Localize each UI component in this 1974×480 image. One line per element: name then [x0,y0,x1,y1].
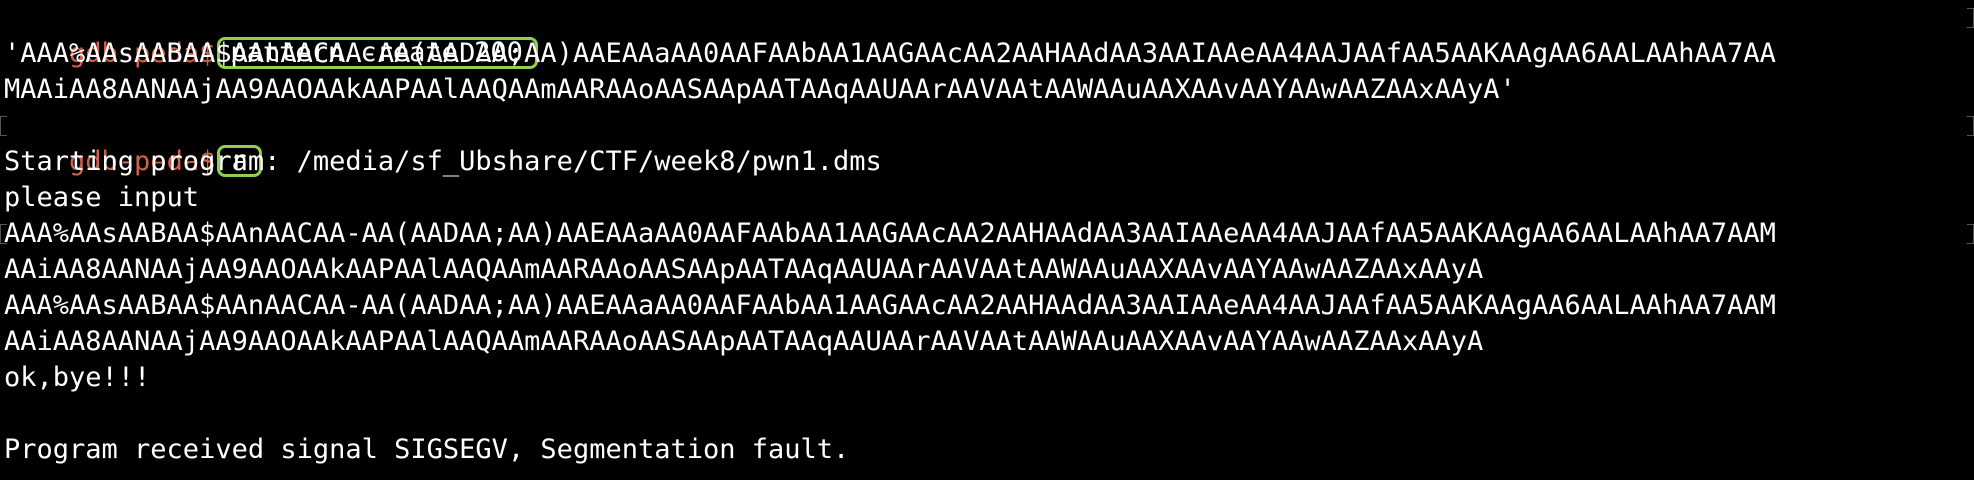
output-line-input-echo-1: AAA%AAsAABAA$AAnAACAA-AA(AADAA;AA)AAEAAa… [4,218,1776,249]
output-line-pattern-1: 'AAA%AAsAABAA$AAnAACAA-AA(AADAA;AA)AAEAA… [4,38,1776,69]
prompt-line-2: gdb-peda$ r [4,108,262,177]
output-line-input-echo-2: AAiAA8AANAAjAA9AAOAAkAAPAAlAAQAAmAARAAoA… [4,254,1484,285]
output-line-input-echo-3: AAA%AAsAABAA$AAnAACAA-AA(AADAA;AA)AAEAAa… [4,290,1776,321]
prompt-line-1: gdb-peda$ pattern create 200 [4,0,538,69]
output-line-input-echo-4: AAiAA8AANAAjAA9AAOAAkAAPAAlAAQAAmAARAAoA… [4,326,1484,357]
line-wrap-marker [1967,116,1974,136]
output-line-please-input: please input [4,182,200,213]
line-wrap-marker [0,224,7,244]
terminal-window[interactable]: gdb-peda$ pattern create 200 'AAA%AAsAABA… [0,0,1974,480]
output-line-bye: ok,bye!!! [4,362,151,393]
line-wrap-marker [0,116,7,136]
output-line-sigsegv: Program received signal SIGSEGV, Segment… [4,434,850,465]
line-wrap-marker [1967,8,1974,28]
output-line-starting-program: Starting program: /media/sf_Ubshare/CTF/… [4,146,882,177]
line-wrap-marker [1967,224,1974,244]
output-line-pattern-2: MAAiAA8AANAAjAA9AAOAAkAAPAAlAAQAAmAARAAo… [4,74,1516,105]
